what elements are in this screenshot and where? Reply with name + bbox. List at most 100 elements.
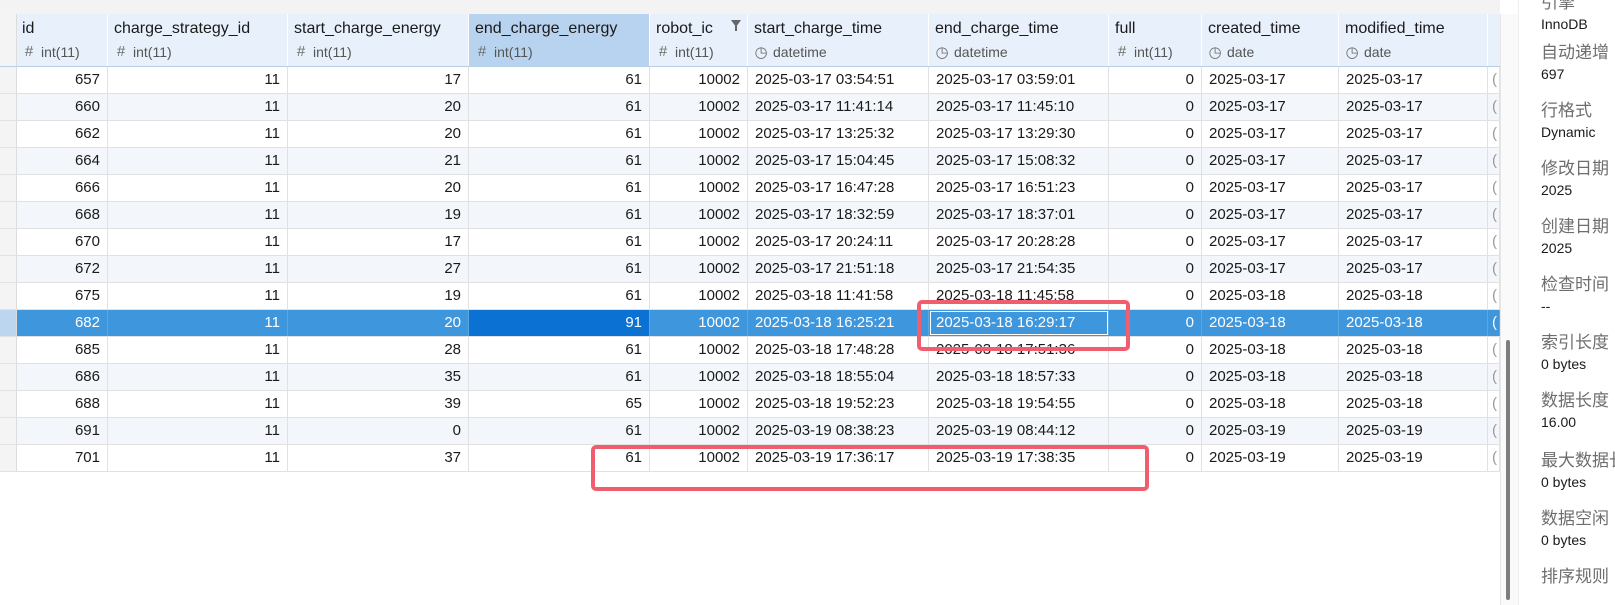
cell-created-time[interactable]: 2025-03-18 xyxy=(1202,391,1339,417)
cell-start-charge-energy[interactable]: 20 xyxy=(288,121,469,147)
row-gutter[interactable] xyxy=(0,418,17,444)
table-row[interactable]: 675 11 19 61 10002 2025-03-18 11:41:58 2025-03… xyxy=(0,283,1500,310)
cell-end-charge-time[interactable]: 2025-03-18 17:51:36 xyxy=(929,337,1109,363)
cell-modified-time[interactable]: 2025-03-17 xyxy=(1339,121,1488,147)
cell-overflow[interactable]: ( xyxy=(1488,175,1500,201)
cell-end-charge-time[interactable]: 2025-03-17 11:45:10 xyxy=(929,94,1109,120)
row-gutter[interactable] xyxy=(0,364,17,390)
cell-end-charge-energy[interactable]: 61 xyxy=(469,175,650,201)
cell-start-charge-energy[interactable]: 21 xyxy=(288,148,469,174)
cell-full[interactable]: 0 xyxy=(1109,310,1202,336)
cell-overflow[interactable]: ( xyxy=(1488,391,1500,417)
cell-created-time[interactable]: 2025-03-17 xyxy=(1202,148,1339,174)
column-header-end-charge-time[interactable]: end_charge_time ◷ datetime xyxy=(929,14,1109,66)
cell-start-charge-energy[interactable]: 27 xyxy=(288,256,469,282)
row-gutter[interactable] xyxy=(0,148,17,174)
cell-created-time[interactable]: 2025-03-19 xyxy=(1202,418,1339,444)
cell-full[interactable]: 0 xyxy=(1109,229,1202,255)
scrollbar-thumb[interactable] xyxy=(1506,340,1510,600)
cell-start-charge-time[interactable]: 2025-03-17 13:25:32 xyxy=(748,121,929,147)
cell-charge-strategy-id[interactable]: 11 xyxy=(108,310,288,336)
cell-modified-time[interactable]: 2025-03-18 xyxy=(1339,337,1488,363)
cell-modified-time[interactable]: 2025-03-18 xyxy=(1339,310,1488,336)
cell-robot-ic[interactable]: 10002 xyxy=(650,256,748,282)
table-row[interactable]: 666 11 20 61 10002 2025-03-17 16:47:28 2025-03… xyxy=(0,175,1500,202)
row-gutter[interactable] xyxy=(0,121,17,147)
cell-start-charge-time[interactable]: 2025-03-18 17:48:28 xyxy=(748,337,929,363)
cell-overflow[interactable]: ( xyxy=(1488,256,1500,282)
cell-created-time[interactable]: 2025-03-18 xyxy=(1202,283,1339,309)
row-gutter[interactable] xyxy=(0,175,17,201)
cell-full[interactable]: 0 xyxy=(1109,364,1202,390)
row-gutter[interactable] xyxy=(0,445,17,471)
cell-robot-ic[interactable]: 10002 xyxy=(650,418,748,444)
table-row[interactable]: 701 11 37 61 10002 2025-03-19 17:36:17 2025-03… xyxy=(0,445,1500,472)
table-row[interactable]: 657 11 17 61 10002 2025-03-17 03:54:51 2025-03… xyxy=(0,67,1500,94)
cell-created-time[interactable]: 2025-03-17 xyxy=(1202,67,1339,93)
row-gutter[interactable] xyxy=(0,256,17,282)
row-gutter[interactable] xyxy=(0,337,17,363)
cell-robot-ic[interactable]: 10002 xyxy=(650,94,748,120)
cell-charge-strategy-id[interactable]: 11 xyxy=(108,202,288,228)
cell-id[interactable]: 685 xyxy=(16,337,108,363)
cell-modified-time[interactable]: 2025-03-17 xyxy=(1339,175,1488,201)
filter-icon[interactable] xyxy=(731,20,741,31)
cell-created-time[interactable]: 2025-03-18 xyxy=(1202,364,1339,390)
cell-id[interactable]: 701 xyxy=(16,445,108,471)
vertical-scrollbar[interactable] xyxy=(1500,14,1519,605)
cell-full[interactable]: 0 xyxy=(1109,67,1202,93)
cell-end-charge-energy[interactable]: 61 xyxy=(469,337,650,363)
cell-charge-strategy-id[interactable]: 11 xyxy=(108,229,288,255)
cell-modified-time[interactable]: 2025-03-17 xyxy=(1339,229,1488,255)
table-row[interactable]: 670 11 17 61 10002 2025-03-17 20:24:11 2025-03… xyxy=(0,229,1500,256)
cell-full[interactable]: 0 xyxy=(1109,175,1202,201)
cell-charge-strategy-id[interactable]: 11 xyxy=(108,94,288,120)
table-row[interactable]: 686 11 35 61 10002 2025-03-18 18:55:04 2025-03… xyxy=(0,364,1500,391)
cell-overflow[interactable]: ( xyxy=(1488,364,1500,390)
cell-created-time[interactable]: 2025-03-17 xyxy=(1202,94,1339,120)
cell-end-charge-energy[interactable]: 61 xyxy=(469,256,650,282)
cell-start-charge-time[interactable]: 2025-03-18 11:41:58 xyxy=(748,283,929,309)
column-header-start-charge-time[interactable]: start_charge_time ◷ datetime xyxy=(748,14,929,66)
cell-start-charge-time[interactable]: 2025-03-18 16:25:21 xyxy=(748,310,929,336)
cell-robot-ic[interactable]: 10002 xyxy=(650,175,748,201)
row-gutter[interactable] xyxy=(0,94,17,120)
cell-end-charge-time[interactable]: 2025-03-18 19:54:55 xyxy=(929,391,1109,417)
cell-start-charge-energy[interactable]: 35 xyxy=(288,364,469,390)
cell-id[interactable]: 664 xyxy=(16,148,108,174)
cell-robot-ic[interactable]: 10002 xyxy=(650,202,748,228)
cell-start-charge-energy[interactable]: 37 xyxy=(288,445,469,471)
cell-overflow[interactable]: ( xyxy=(1488,202,1500,228)
cell-start-charge-energy[interactable]: 19 xyxy=(288,202,469,228)
cell-overflow[interactable]: ( xyxy=(1488,310,1500,336)
cell-end-charge-time[interactable]: 2025-03-17 21:54:35 xyxy=(929,256,1109,282)
cell-start-charge-energy[interactable]: 17 xyxy=(288,229,469,255)
cell-id[interactable]: 672 xyxy=(16,256,108,282)
cell-end-charge-energy[interactable]: 61 xyxy=(469,445,650,471)
cell-modified-time[interactable]: 2025-03-18 xyxy=(1339,283,1488,309)
cell-start-charge-time[interactable]: 2025-03-17 03:54:51 xyxy=(748,67,929,93)
cell-charge-strategy-id[interactable]: 11 xyxy=(108,283,288,309)
cell-id[interactable]: 675 xyxy=(16,283,108,309)
cell-start-charge-time[interactable]: 2025-03-17 15:04:45 xyxy=(748,148,929,174)
column-header-full[interactable]: full # int(11) xyxy=(1109,14,1202,66)
cell-start-charge-time[interactable]: 2025-03-17 11:41:14 xyxy=(748,94,929,120)
cell-start-charge-energy[interactable]: 20 xyxy=(288,94,469,120)
cell-charge-strategy-id[interactable]: 11 xyxy=(108,418,288,444)
cell-created-time[interactable]: 2025-03-19 xyxy=(1202,445,1339,471)
cell-start-charge-time[interactable]: 2025-03-18 18:55:04 xyxy=(748,364,929,390)
cell-overflow[interactable]: ( xyxy=(1488,229,1500,255)
cell-start-charge-energy[interactable]: 20 xyxy=(288,310,469,336)
cell-robot-ic[interactable]: 10002 xyxy=(650,445,748,471)
cell-modified-time[interactable]: 2025-03-17 xyxy=(1339,256,1488,282)
cell-robot-ic[interactable]: 10002 xyxy=(650,310,748,336)
cell-full[interactable]: 0 xyxy=(1109,418,1202,444)
cell-created-time[interactable]: 2025-03-18 xyxy=(1202,310,1339,336)
cell-id[interactable]: 682 xyxy=(16,310,108,336)
cell-end-charge-energy[interactable]: 65 xyxy=(469,391,650,417)
cell-charge-strategy-id[interactable]: 11 xyxy=(108,121,288,147)
cell-created-time[interactable]: 2025-03-18 xyxy=(1202,337,1339,363)
cell-end-charge-energy[interactable]: 91 xyxy=(469,310,650,336)
cell-end-charge-energy[interactable]: 61 xyxy=(469,418,650,444)
row-gutter[interactable] xyxy=(0,283,17,309)
